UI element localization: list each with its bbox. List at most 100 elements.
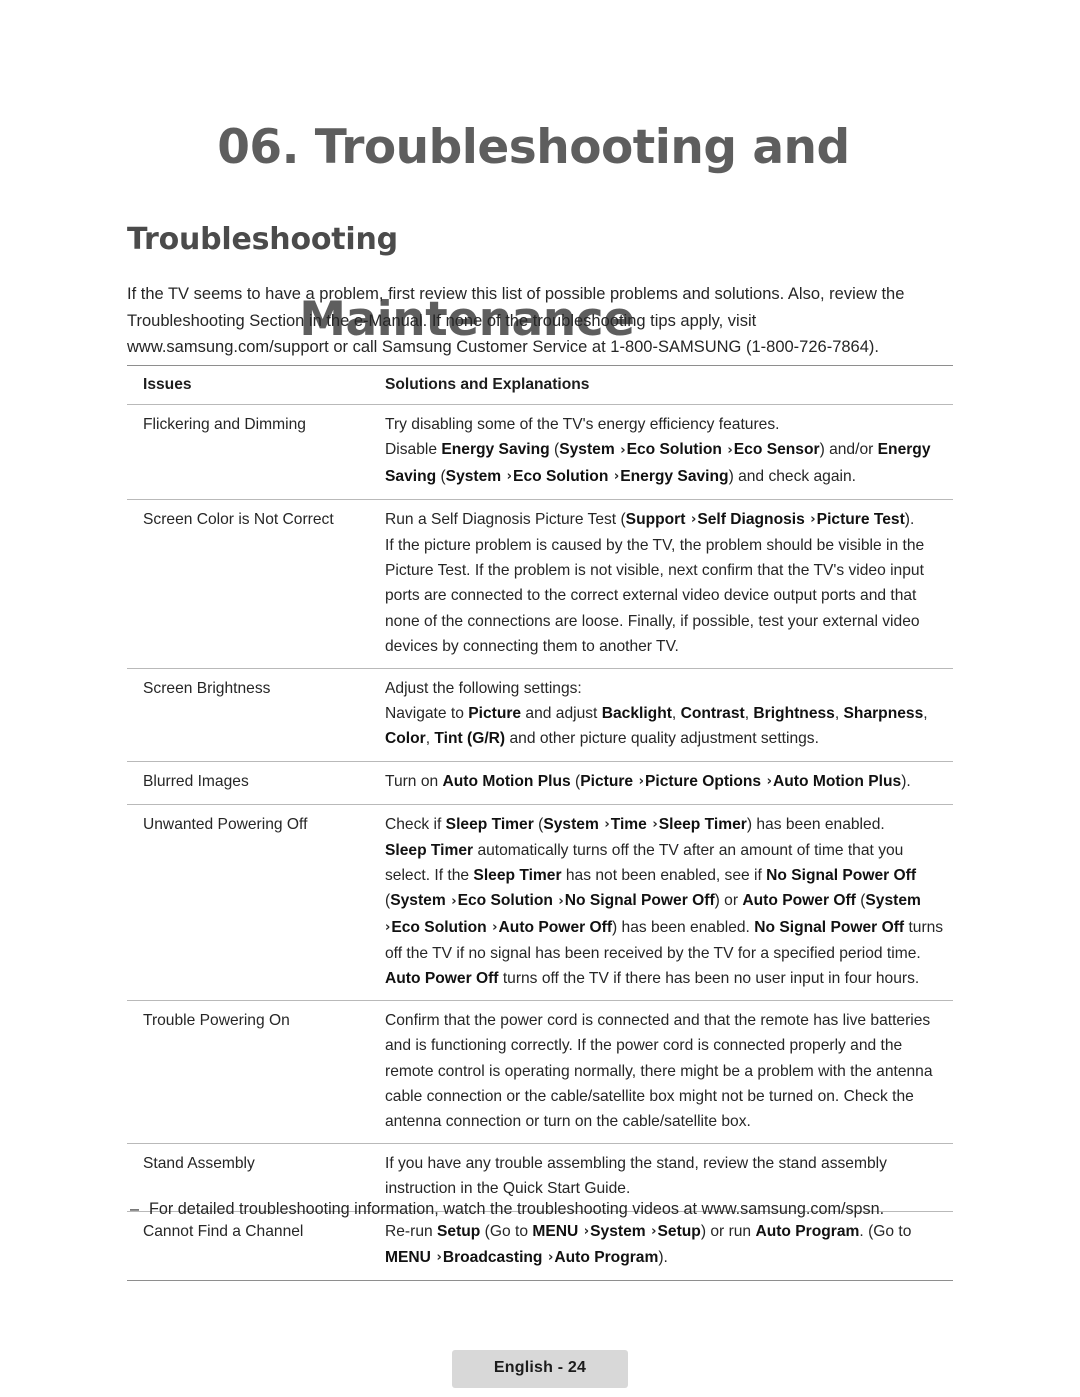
intro-paragraph: If the TV seems to have a problem, first… bbox=[127, 285, 905, 356]
emphasized-term: Picture Options bbox=[645, 772, 762, 790]
document-page: 06. Troubleshooting and Maintenance Trou… bbox=[0, 0, 1080, 1397]
chapter-heading-line-1-text: 06. Troubleshooting and bbox=[217, 120, 850, 176]
chevron-right-icon: › bbox=[599, 817, 610, 833]
chevron-right-icon: › bbox=[431, 1250, 442, 1266]
emphasized-term: Auto Program bbox=[755, 1222, 860, 1240]
chevron-right-icon: › bbox=[722, 442, 733, 458]
chevron-right-icon: › bbox=[686, 512, 697, 528]
footnote-dash: – bbox=[130, 1200, 140, 1218]
solution-paragraph: Navigate to Picture and adjust Backlight… bbox=[385, 705, 928, 748]
table-cell-solution: Turn on Auto Motion Plus (Picture ›Pictu… bbox=[377, 762, 953, 804]
emphasized-term: Auto Power Off bbox=[498, 918, 613, 936]
emphasized-term: Auto Power Off bbox=[385, 970, 499, 988]
table-cell-solution: Run a Self Diagnosis Picture Test (Suppo… bbox=[377, 500, 953, 668]
emphasized-term: Brightness bbox=[753, 705, 835, 723]
table-row: Blurred Images Turn on Auto Motion Plus (… bbox=[127, 760, 953, 804]
table-header-row: Issues Solutions and Explanations bbox=[127, 365, 953, 404]
emphasized-term: Tint (G/R) bbox=[434, 730, 506, 748]
table-row: Trouble Powering On Confirm that the powe… bbox=[127, 1000, 953, 1143]
emphasized-term: Self Diagnosis bbox=[697, 510, 805, 528]
solution-paragraph: Run a Self Diagnosis Picture Test (Suppo… bbox=[385, 510, 915, 528]
emphasized-term: Sleep Timer bbox=[473, 867, 562, 885]
troubleshooting-table: Issues Solutions and Explanations Flicke… bbox=[127, 365, 953, 1282]
chevron-right-icon: › bbox=[646, 1224, 657, 1240]
table-cell-issue: Trouble Powering On bbox=[143, 1012, 290, 1030]
chapter-heading-line-1: 06. Troubleshooting and bbox=[122, 62, 982, 234]
chevron-right-icon: › bbox=[647, 817, 658, 833]
emphasized-term: Energy Saving bbox=[441, 441, 550, 459]
chevron-right-icon: › bbox=[579, 1224, 590, 1240]
emphasized-term: Eco Solution bbox=[457, 892, 553, 910]
chevron-right-icon: › bbox=[762, 774, 772, 790]
chevron-right-icon: › bbox=[805, 512, 816, 528]
emphasized-term: No Signal Power Off bbox=[564, 892, 715, 910]
page-number-badge: English - 24 bbox=[451, 1350, 629, 1388]
table-cell-issue: Screen Color is Not Correct bbox=[143, 510, 334, 528]
emphasized-term: Setup bbox=[437, 1222, 481, 1240]
solution-paragraph: If you have any trouble assembling the s… bbox=[385, 1155, 887, 1198]
emphasized-term: Sleep Timer bbox=[385, 842, 474, 860]
emphasized-term: Broadcasting bbox=[442, 1248, 543, 1266]
table-cell-solution: Confirm that the power cord is connected… bbox=[377, 1001, 953, 1143]
table-header-solutions: Solutions and Explanations bbox=[385, 376, 590, 393]
section-title: Troubleshooting bbox=[127, 222, 398, 257]
table-header-issues: Issues bbox=[143, 376, 192, 393]
table-row: Flickering and Dimming Try disabling some… bbox=[127, 404, 953, 499]
emphasized-term: Picture Test bbox=[816, 510, 905, 528]
emphasized-term: System bbox=[559, 441, 615, 459]
solution-paragraph: Re-run Setup (Go to MENU ›System ›Setup)… bbox=[385, 1222, 912, 1266]
emphasized-term: Color bbox=[385, 730, 426, 748]
emphasized-term: Picture bbox=[468, 705, 522, 723]
table-row: Screen Color is Not Correct Run a Self Di… bbox=[127, 498, 953, 668]
emphasized-term: Backlight bbox=[601, 705, 672, 723]
emphasized-term: Time bbox=[610, 815, 647, 833]
emphasized-term: Sleep Timer bbox=[658, 815, 747, 833]
solution-paragraph: Sleep Timer automatically turns off the … bbox=[385, 842, 944, 988]
solution-paragraph: If the picture problem is caused by the … bbox=[385, 537, 925, 655]
footnote-text: For detailed troubleshooting information… bbox=[149, 1200, 885, 1218]
footnote: – For detailed troubleshooting informati… bbox=[127, 1197, 953, 1222]
emphasized-term: MENU bbox=[385, 1248, 431, 1266]
solution-paragraph: Turn on Auto Motion Plus (Picture ›Pictu… bbox=[385, 772, 911, 790]
table-cell-issue: Blurred Images bbox=[143, 772, 249, 790]
emphasized-term: Energy Saving bbox=[620, 467, 729, 485]
table-cell-issue: Screen Brightness bbox=[143, 680, 271, 698]
emphasized-term: Picture bbox=[580, 772, 634, 790]
emphasized-term: System bbox=[865, 892, 921, 910]
chevron-right-icon: › bbox=[634, 774, 644, 790]
emphasized-term: System bbox=[590, 1222, 646, 1240]
solution-paragraph: Try disabling some of the TV's energy ef… bbox=[385, 416, 780, 434]
table-cell-issue: Unwanted Powering Off bbox=[143, 815, 308, 833]
emphasized-term: Eco Solution bbox=[626, 441, 722, 459]
chevron-right-icon: › bbox=[446, 893, 457, 909]
chevron-right-icon: › bbox=[502, 469, 513, 485]
emphasized-term: Auto Power Off bbox=[742, 892, 856, 910]
chevron-right-icon: › bbox=[553, 893, 564, 909]
emphasized-term: Support bbox=[625, 510, 686, 528]
table-body: Flickering and Dimming Try disabling some… bbox=[127, 404, 953, 1282]
chevron-right-icon: › bbox=[609, 469, 620, 485]
chevron-right-icon: › bbox=[487, 920, 498, 936]
emphasized-term: System bbox=[445, 467, 502, 485]
table-cell-solution: Adjust the following settings: Navigate t… bbox=[377, 669, 953, 761]
emphasized-term: Eco Solution bbox=[391, 918, 487, 936]
emphasized-term: Eco Sensor bbox=[733, 441, 820, 459]
solution-paragraph: Confirm that the power cord is connected… bbox=[385, 1012, 933, 1131]
emphasized-term: Contrast bbox=[680, 705, 745, 723]
emphasized-term: No Signal Power Off bbox=[754, 918, 905, 936]
emphasized-term: No Signal Power Off bbox=[766, 867, 917, 885]
emphasized-term: MENU bbox=[532, 1222, 579, 1240]
chevron-right-icon: › bbox=[543, 1250, 554, 1266]
emphasized-term: System bbox=[543, 815, 599, 833]
solution-paragraph: Check if Sleep Timer (System ›Time ›Slee… bbox=[385, 815, 885, 833]
emphasized-term: Auto Motion Plus bbox=[773, 772, 902, 790]
page-footer: English - 24 bbox=[0, 1350, 1080, 1388]
chevron-right-icon: › bbox=[615, 442, 626, 458]
table-row: Screen Brightness Adjust the following se… bbox=[127, 668, 953, 761]
emphasized-term: System bbox=[390, 892, 446, 910]
emphasized-term: Sharpness bbox=[843, 705, 924, 723]
emphasized-term: Auto Program bbox=[554, 1248, 659, 1266]
emphasized-term: Sleep Timer bbox=[445, 815, 534, 833]
emphasized-term: Setup bbox=[657, 1222, 701, 1240]
solution-paragraph: Adjust the following settings: bbox=[385, 680, 582, 698]
